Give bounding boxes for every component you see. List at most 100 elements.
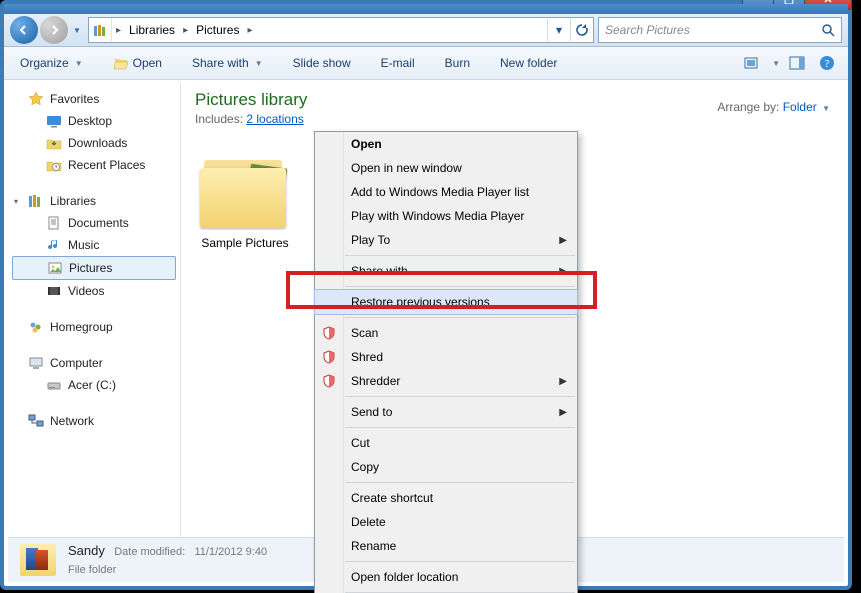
menu-item-label: Scan: [351, 326, 378, 340]
details-name: Sandy: [68, 543, 105, 558]
network-group: Network: [8, 410, 180, 432]
menu-item-play-to[interactable]: Play To▶: [315, 228, 577, 252]
chevron-right-icon: ▶: [559, 266, 567, 277]
navigation-bar: ▼ ▸ Libraries ▸ Pictures ▸ ▾ Search Pict…: [4, 14, 848, 47]
sidebar-item-pictures[interactable]: Pictures: [12, 256, 176, 280]
refresh-icon: [575, 23, 589, 37]
menu-divider: [345, 396, 575, 397]
item-label: Sample Pictures: [195, 236, 295, 250]
chevron-right-icon: ▶: [559, 407, 567, 418]
details-date-label: Date modified:: [114, 546, 185, 558]
menu-item-open-in-new-window[interactable]: Open in new window: [315, 156, 577, 180]
refresh-button[interactable]: [570, 19, 593, 41]
svg-text:?: ?: [825, 58, 830, 70]
chevron-right-icon[interactable]: ▸: [179, 25, 192, 36]
details-folder-icon: [20, 544, 56, 576]
preview-pane-button[interactable]: [784, 51, 810, 75]
menu-item-copy[interactable]: Copy: [315, 455, 577, 479]
sidebar-item-music[interactable]: Music: [8, 234, 180, 256]
videos-icon: [46, 283, 62, 299]
computer-icon: [28, 355, 44, 371]
sidebar-item-desktop[interactable]: Desktop: [8, 110, 180, 132]
collapse-icon[interactable]: ▾: [14, 197, 18, 206]
address-dropdown[interactable]: ▾: [547, 19, 570, 41]
search-input[interactable]: Search Pictures: [598, 17, 842, 43]
help-icon: ?: [819, 55, 835, 71]
address-bar[interactable]: ▸ Libraries ▸ Pictures ▸ ▾: [88, 17, 594, 43]
desktop-icon: [46, 113, 62, 129]
menu-item-open[interactable]: Open: [315, 132, 577, 156]
includes-link[interactable]: 2 locations: [246, 112, 303, 126]
sidebar-item-videos[interactable]: Videos: [8, 280, 180, 302]
menu-item-rename[interactable]: Rename: [315, 534, 577, 558]
menu-item-add-to-windows-media-player-list[interactable]: Add to Windows Media Player list: [315, 180, 577, 204]
favorites-header[interactable]: Favorites: [8, 88, 180, 110]
menu-item-scan[interactable]: Scan: [315, 321, 577, 345]
view-options-button[interactable]: [740, 51, 766, 75]
folder-sample-pictures[interactable]: Sample Pictures: [195, 156, 295, 250]
menu-item-play-with-windows-media-player[interactable]: Play with Windows Media Player: [315, 204, 577, 228]
libraries-header[interactable]: ▾ Libraries: [8, 190, 180, 212]
arrow-left-icon: [18, 24, 30, 36]
breadcrumb-pictures[interactable]: Pictures: [192, 18, 243, 42]
title-bar[interactable]: [4, 4, 848, 14]
menu-item-create-shortcut[interactable]: Create shortcut: [315, 486, 577, 510]
menu-item-label: Shred: [351, 350, 383, 364]
menu-item-shred[interactable]: Shred: [315, 345, 577, 369]
back-button[interactable]: [10, 16, 38, 44]
sidebar-item-documents[interactable]: Documents: [8, 212, 180, 234]
chevron-right-icon[interactable]: ▸: [243, 25, 256, 36]
context-menu: Open Open in new window Add to Windows Med…: [314, 131, 578, 593]
menu-item-shredder[interactable]: Shredder▶: [315, 369, 577, 393]
downloads-icon: [46, 135, 62, 151]
menu-divider: [345, 482, 575, 483]
breadcrumb-libraries[interactable]: Libraries: [125, 18, 179, 42]
organize-button[interactable]: Organize▼: [12, 52, 91, 74]
arrange-by[interactable]: Arrange by: Folder ▼: [717, 100, 830, 114]
sidebar-item-drive-c[interactable]: Acer (C:): [8, 374, 180, 396]
menu-item-share-with[interactable]: Share with ▶: [315, 259, 577, 283]
slideshow-button[interactable]: Slide show: [285, 52, 359, 74]
email-button[interactable]: E-mail: [373, 52, 423, 74]
sidebar-item-downloads[interactable]: Downloads: [8, 132, 180, 154]
menu-item-label: Shredder: [351, 374, 400, 388]
chevron-right-icon[interactable]: ▸: [112, 25, 125, 36]
menu-item-label: Restore previous versions: [351, 295, 490, 309]
forward-button[interactable]: [40, 16, 68, 44]
menu-item-send-to[interactable]: Send to▶: [315, 400, 577, 424]
menu-item-label: Share with: [351, 264, 408, 278]
burn-button[interactable]: Burn: [437, 52, 478, 74]
new-folder-button[interactable]: New folder: [492, 52, 565, 74]
navigation-pane[interactable]: Favorites Desktop Downloads Recent Place…: [8, 82, 181, 538]
libraries-icon: [28, 193, 44, 209]
menu-item-restore-previous-versions[interactable]: Restore previous versions: [314, 289, 578, 315]
menu-item-label: Add to Windows Media Player list: [351, 185, 529, 199]
shield-icon: [321, 349, 337, 365]
menu-item-label: Open: [351, 137, 382, 151]
menu-item-open-folder-location[interactable]: Open folder location: [315, 565, 577, 589]
menu-divider: [345, 561, 575, 562]
shield-icon: [321, 373, 337, 389]
network-header[interactable]: Network: [8, 410, 180, 432]
recent-icon: [46, 157, 62, 173]
history-dropdown[interactable]: ▼: [70, 20, 84, 40]
menu-item-delete[interactable]: Delete: [315, 510, 577, 534]
homegroup-header[interactable]: Homegroup: [8, 316, 180, 338]
help-button[interactable]: ?: [814, 51, 840, 75]
sidebar-item-recent-places[interactable]: Recent Places: [8, 154, 180, 176]
menu-item-label: Copy: [351, 460, 379, 474]
search-icon: [821, 23, 835, 37]
folder-icon: [200, 156, 290, 228]
share-with-button[interactable]: Share with▼: [184, 52, 271, 74]
chevron-down-icon: ▼: [822, 104, 830, 113]
menu-item-label: Rename: [351, 539, 396, 553]
open-button[interactable]: Open: [105, 52, 170, 74]
menu-item-cut[interactable]: Cut: [315, 431, 577, 455]
chevron-down-icon[interactable]: ▼: [772, 59, 780, 68]
details-type: File folder: [68, 564, 116, 576]
music-icon: [46, 237, 62, 253]
view-icon: [744, 56, 762, 70]
libraries-group: ▾ Libraries Documents Music Pictures: [8, 190, 180, 302]
computer-header[interactable]: Computer: [8, 352, 180, 374]
search-placeholder: Search Pictures: [605, 23, 690, 37]
